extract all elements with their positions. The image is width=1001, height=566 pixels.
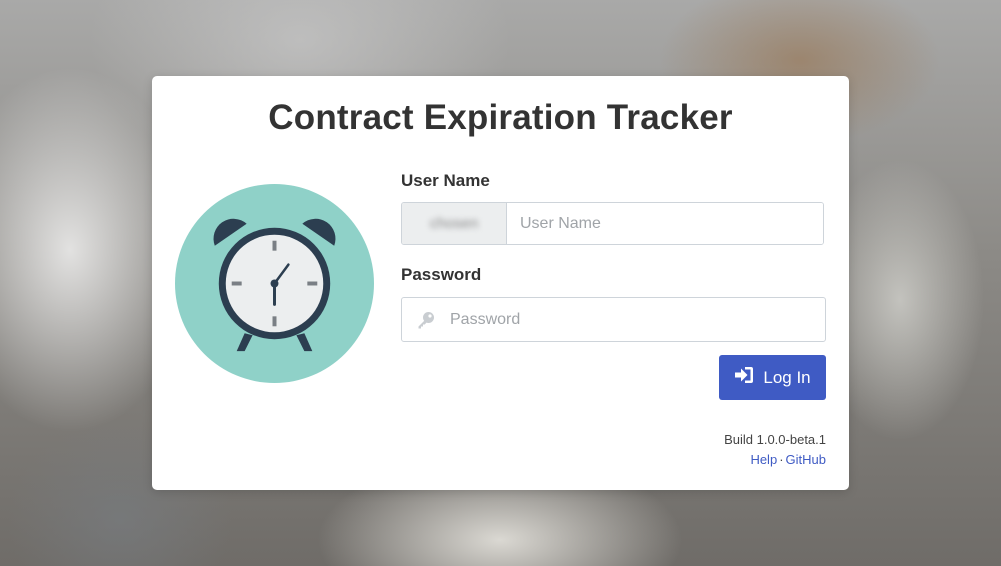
username-label: User Name [401,171,490,190]
sign-in-icon [734,366,754,389]
help-link[interactable]: Help [750,452,777,467]
username-prefix-text: chosen [429,215,479,232]
password-input[interactable] [446,310,825,329]
username-prefix: chosen [402,203,507,244]
username-input[interactable] [507,203,823,244]
github-link[interactable]: GitHub [786,452,826,467]
build-version: Build 1.0.0-beta.1 [724,432,826,447]
login-card: Contract Expiration Tracker User Name ch… [152,76,849,490]
page-title: Contract Expiration Tracker [268,98,733,137]
login-button[interactable]: Log In [719,355,826,400]
username-input-group: chosen [401,202,824,245]
alarm-clock-icon [175,184,374,383]
key-icon [402,310,446,330]
footer-links: Help · GitHub [724,450,826,470]
password-label: Password [401,265,482,284]
password-input-group [401,297,826,342]
link-separator: · [779,452,784,467]
login-button-label: Log In [763,367,811,387]
footer: Build 1.0.0-beta.1 Help · GitHub [724,430,826,470]
